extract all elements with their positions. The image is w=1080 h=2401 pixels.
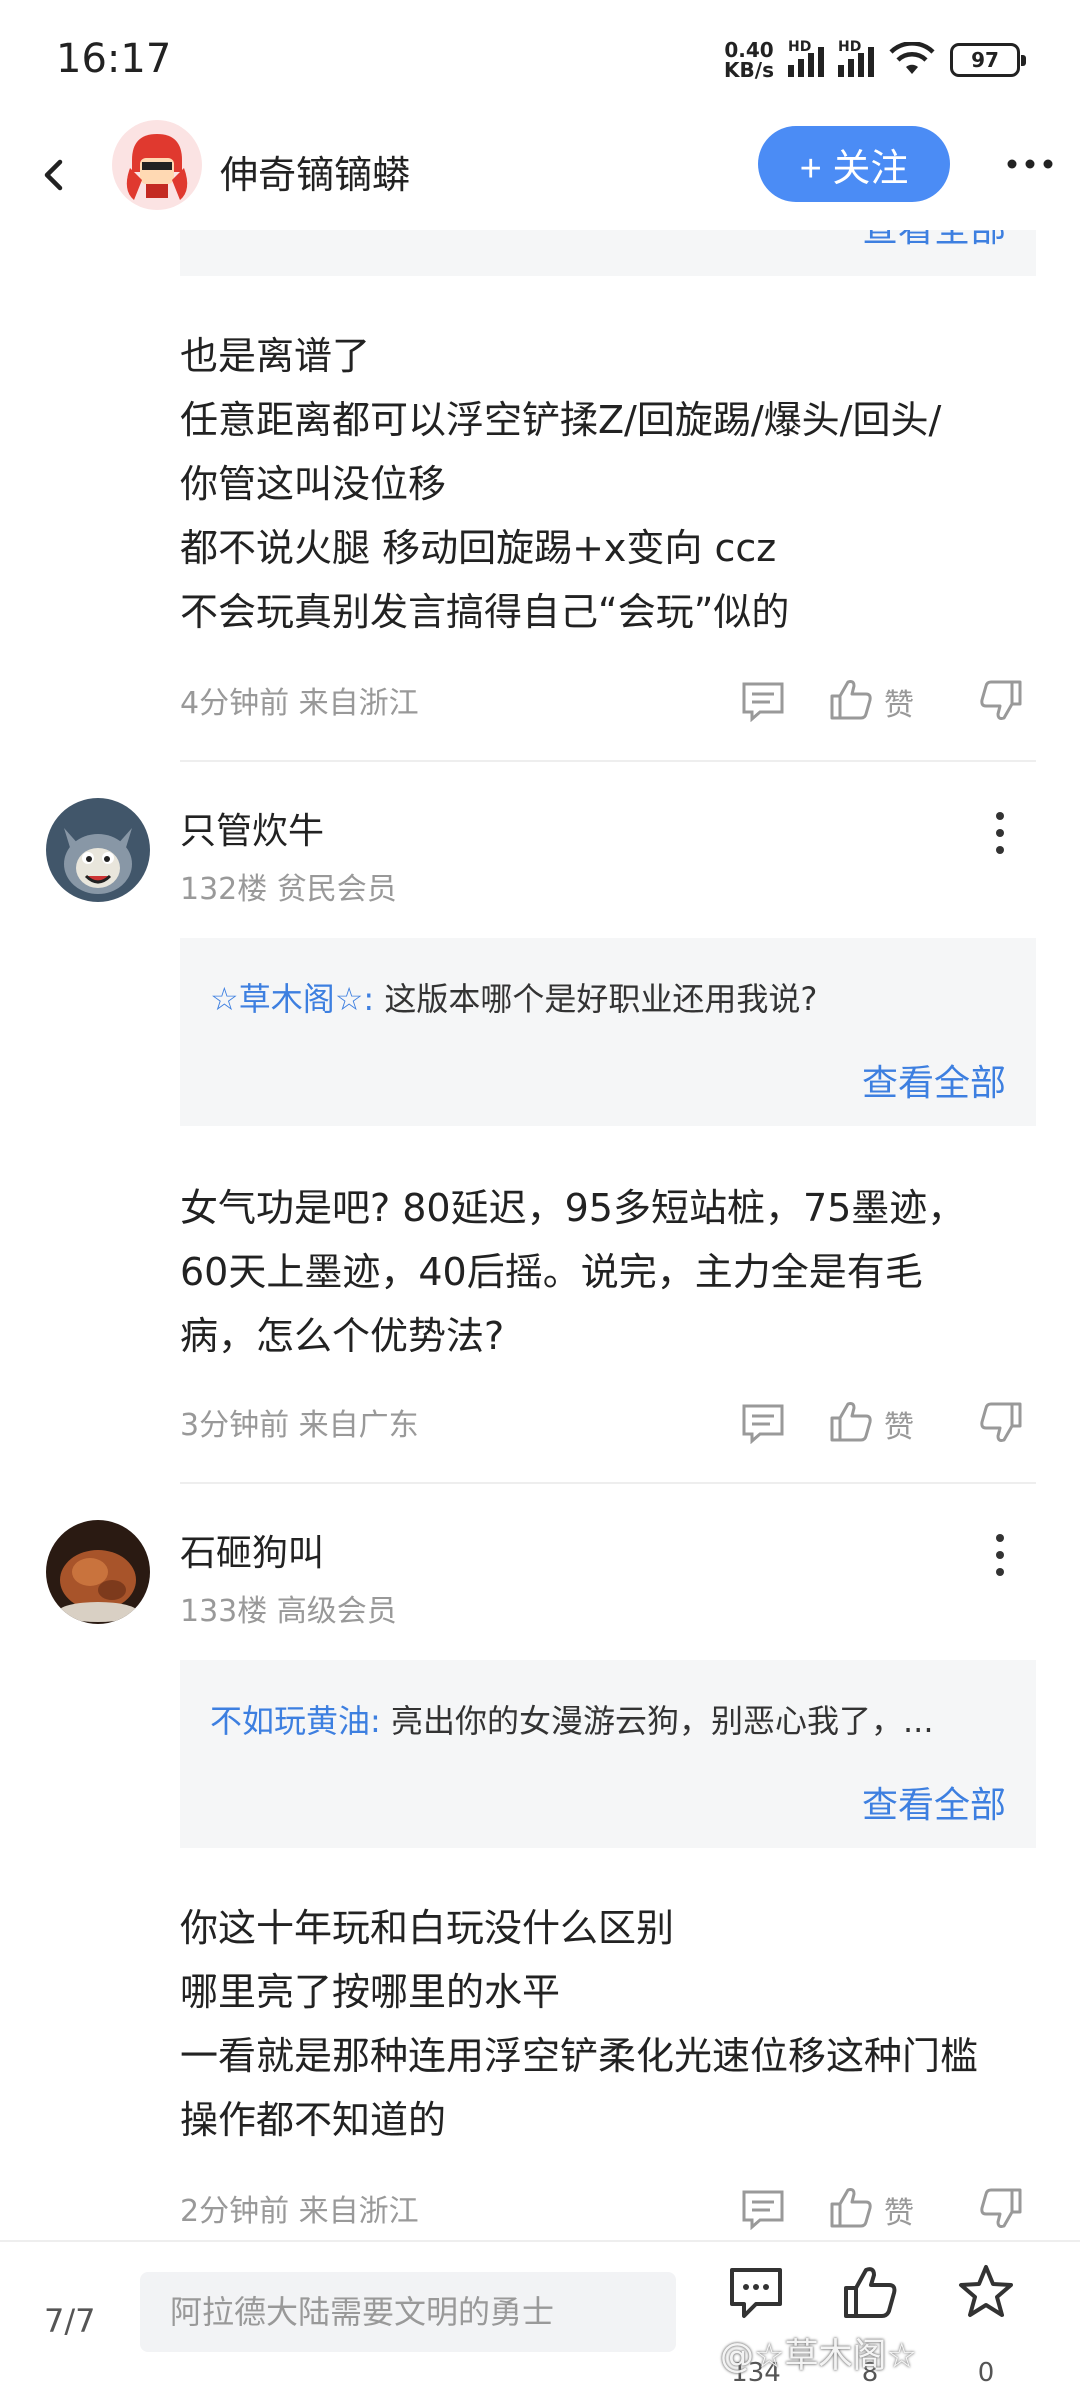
thumbs-down-icon[interactable] [978, 2186, 1024, 2232]
quote-text: 不如玩黄油: 亮出你的女漫游云狗，别恶心我了，... [210, 1702, 934, 1740]
user-name[interactable]: 石砸狗叫 [180, 1524, 324, 1576]
quote-box[interactable]: ☆草木阁☆: 这版本哪个是好职业还用我说? 查看全部 [180, 938, 1036, 1126]
follow-button[interactable]: + 关注 [758, 126, 950, 202]
floor-info: 132楼 贫民会员 [180, 872, 397, 907]
view-all-link[interactable]: 查看全部 [862, 1776, 1006, 1828]
reply-meta: 3分钟前 来自广东 [180, 1408, 419, 1443]
like-label[interactable]: 赞 [884, 1402, 914, 1446]
floor-info: 133楼 高级会员 [180, 1594, 397, 1629]
reply-text: 女气功是吧? 80延迟，95多短站桩，75墨迹， 60天上墨迹，40后摇。说完，… [180, 1186, 966, 1358]
divider [180, 760, 1036, 762]
reply-text: 你这十年玩和白玩没什么区别 哪里亮了按哪里的水平 一看就是那种连用浮空铲柔化光速… [180, 1906, 979, 2142]
quote-text: ☆草木阁☆: 这版本哪个是好职业还用我说? [210, 980, 818, 1018]
avatar [112, 120, 202, 210]
signal-icon: HD [838, 39, 874, 77]
reply-actions: 赞 [740, 1398, 1030, 1448]
thumbs-down-icon[interactable] [978, 678, 1024, 724]
author-name[interactable]: 伸奇镝镝蟒 [220, 144, 410, 199]
bottom-bar: 7/7 134 8 0 [0, 2240, 1080, 2401]
like-label[interactable]: 赞 [884, 2188, 914, 2232]
quote-box[interactable]: 不如玩黄油: 亮出你的女漫游云狗，别恶心我了，... 查看全部 [180, 1660, 1036, 1848]
network-speed: 0.40 KB/s [724, 38, 774, 82]
divider [180, 1482, 1036, 1484]
reply-meta: 4分钟前 来自浙江 [180, 686, 419, 721]
status-bar: 16:17 0.40 KB/s HD HD 97 [0, 0, 1080, 120]
like-label[interactable]: 赞 [884, 680, 914, 724]
more-options-icon[interactable] [1000, 144, 1060, 184]
reply-input[interactable] [140, 2272, 676, 2352]
user-avatar[interactable] [46, 1520, 150, 1624]
comment-icon[interactable] [740, 680, 786, 722]
comment-icon[interactable] [740, 1402, 786, 1444]
back-icon[interactable] [30, 150, 80, 200]
status-time: 16:17 [56, 36, 172, 82]
thumbs-up-icon[interactable] [828, 1398, 874, 1444]
avatar [46, 1520, 150, 1624]
kebab-menu-icon[interactable] [990, 808, 1010, 858]
view-all-link[interactable]: 查看全部 [862, 1054, 1006, 1106]
watermark: @☆草木阁☆ [720, 2336, 917, 2376]
reply-actions: 赞 [740, 2184, 1030, 2234]
star-icon[interactable] [956, 2262, 1016, 2322]
thumbs-up-icon[interactable] [828, 676, 874, 722]
battery-icon: 97 [950, 43, 1026, 77]
reply-actions: 赞 [740, 676, 1030, 726]
thumbs-up-icon[interactable] [840, 2262, 900, 2322]
user-avatar[interactable] [46, 798, 150, 902]
signal-icon: HD [788, 39, 824, 77]
author-avatar[interactable] [112, 120, 202, 214]
page-indicator[interactable]: 7/7 [44, 2302, 96, 2340]
quote-author: 不如玩黄油: [210, 1702, 381, 1740]
star-count: 0 [977, 2358, 995, 2388]
reply-meta: 2分钟前 来自浙江 [180, 2194, 419, 2229]
comment-icon[interactable] [740, 2188, 786, 2230]
quote-author: ☆草木阁☆: [210, 980, 375, 1018]
thumbs-up-icon[interactable] [828, 2184, 874, 2230]
status-icons: 0.40 KB/s HD HD 97 [724, 38, 1026, 82]
thumbs-down-icon[interactable] [978, 1400, 1024, 1446]
wifi-icon [889, 42, 935, 74]
kebab-menu-icon[interactable] [990, 1530, 1010, 1580]
comments-icon[interactable] [726, 2264, 786, 2324]
user-name[interactable]: 只管炊牛 [180, 802, 324, 854]
post-header: 伸奇镝镝蟒 + 关注 [0, 120, 1080, 230]
avatar [46, 798, 150, 902]
reply-text: 也是离谱了 任意距离都可以浮空铲揉Z/回旋踢/爆头/回头/ 你管这叫没位移 都不… [180, 334, 942, 634]
